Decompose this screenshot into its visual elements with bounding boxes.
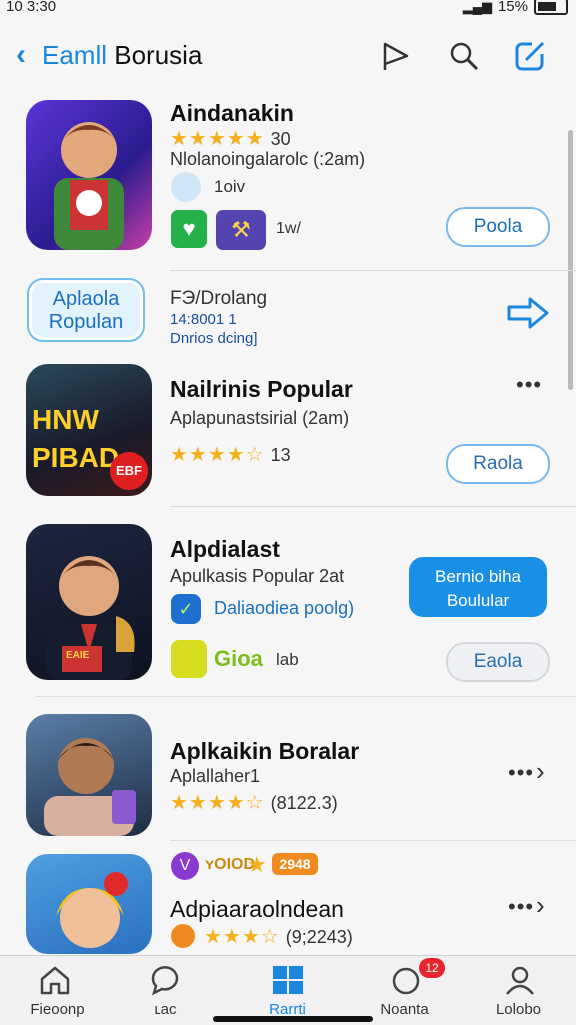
- title-text: Borusia: [114, 40, 203, 70]
- tab-label: Lolobo: [495, 1001, 542, 1018]
- tab-label: ʟac: [154, 1001, 177, 1018]
- promo-count-badge: 2948: [272, 853, 318, 875]
- app-icon: [26, 714, 152, 836]
- app-title[interactable]: Aplkaikin Boralar: [170, 738, 359, 765]
- app-subtitle: Aplallaher1: [170, 766, 261, 786]
- list-item[interactable]: Aplkaikin Boralar Aplallaher1 ★★★★☆ (8122…: [0, 712, 576, 838]
- page-title: Eamll Borusia: [42, 40, 202, 71]
- character-avatar-icon: [54, 122, 124, 250]
- girl-avatar-icon: [56, 872, 128, 948]
- app-icon: [26, 854, 152, 954]
- tools-icon: ⚒: [216, 210, 266, 250]
- developer-link[interactable]: Daliaodiea poolg): [214, 598, 354, 619]
- back-chevron-icon[interactable]: ‹: [16, 38, 26, 72]
- app-subtitle: Nlolanoingalarolc (:2am): [170, 149, 366, 169]
- battery-icon: [534, 0, 568, 15]
- profile-icon: [506, 966, 534, 995]
- back-label[interactable]: Eamll: [42, 40, 107, 70]
- app-icon: HNW PIBAD EBF: [26, 364, 152, 496]
- small-tag: 1w/: [276, 220, 301, 237]
- icon-text-1: HNW: [32, 404, 99, 435]
- more-icon[interactable]: •••: [508, 894, 534, 920]
- tab-bar: Fieoonp ʟac Rarrti 12 Noanta Lolobo: [0, 955, 576, 1025]
- list-item[interactable]: HNW PIBAD EBF Nailrinis Popular Aplapuna…: [0, 362, 576, 502]
- app-title[interactable]: Adpiaaraolndean: [170, 896, 344, 923]
- icon-text-2: PIBAD: [32, 442, 120, 473]
- promo-line3: Dnrios dcing]: [170, 330, 258, 347]
- star-icon: ★: [247, 852, 267, 877]
- arrow-right-icon[interactable]: [506, 296, 550, 330]
- grid-icon: [273, 966, 303, 994]
- app-title[interactable]: Alpdialast: [170, 536, 280, 563]
- primary-action-line2: Boulular: [446, 591, 510, 610]
- more-icon[interactable]: •••: [516, 372, 542, 398]
- compose-icon[interactable]: [512, 38, 548, 74]
- search-icon[interactable]: [446, 38, 482, 74]
- secondary-button[interactable]: Eaola: [446, 642, 550, 682]
- icon-text: EAIE: [66, 650, 90, 661]
- info-circle-icon: [171, 172, 201, 202]
- promo-badge[interactable]: Aplaola Ropulan: [27, 278, 145, 342]
- chat-heart-icon: ♥: [171, 210, 207, 248]
- get-button[interactable]: Raola: [446, 444, 550, 484]
- notification-badge: 12: [419, 958, 445, 978]
- divider: [36, 696, 576, 697]
- rating-count: (8122.3): [270, 793, 338, 813]
- tab-label: Fieoonp: [30, 1001, 85, 1018]
- star-rating: ★★★☆ (9;2243): [204, 926, 353, 948]
- promo-badge-line2: Ropulan: [48, 311, 124, 333]
- flag-icon[interactable]: [378, 38, 414, 74]
- divider: [170, 506, 576, 507]
- list-item[interactable]: Aindanakin ★★★★★ 30 Nlolanoingalarolc (:2…: [0, 98, 576, 268]
- app-title[interactable]: Aindanakin: [170, 100, 294, 127]
- icon-text-3: EBF: [110, 452, 148, 490]
- more-icon[interactable]: •••: [508, 760, 534, 786]
- check-badge-icon: ✓: [171, 594, 201, 624]
- home-icon: [40, 966, 70, 995]
- home-indicator[interactable]: [213, 1016, 373, 1022]
- star-rating: ★★★★★ 30: [170, 128, 291, 150]
- star-rating: ★★★★☆ (8122.3): [170, 792, 338, 814]
- get-button[interactable]: Poola: [446, 207, 550, 247]
- chevron-right-icon[interactable]: ›: [536, 756, 545, 787]
- app-tag: 1oiv: [214, 177, 246, 196]
- man-avatar-icon: [44, 738, 136, 836]
- small-tag: lab: [276, 650, 299, 669]
- status-bar: 10 3:30 ▂▄▆ 15%: [0, 0, 576, 24]
- app-icon: [26, 100, 152, 250]
- star-rating: ★★★★☆ 13: [170, 444, 291, 466]
- chat-heart-icon: [151, 966, 179, 996]
- list-item[interactable]: V ʏOIOD ★ 2948 Adpiaaraolndean ★★★☆ (9;22…: [0, 850, 576, 954]
- divider: [170, 840, 576, 841]
- rating-count: (9;2243): [285, 927, 353, 947]
- rating-count: 30: [270, 129, 291, 149]
- list-item[interactable]: EAIE Alpdialast Apulkasis Popular 2at ✓ …: [0, 522, 576, 688]
- signal-icon: ▂▄▆: [462, 0, 492, 14]
- primary-action-line1: Bernio biha: [434, 567, 521, 586]
- app-subtitle: Aplapunastsirial (2am): [170, 408, 350, 428]
- promo-line1: FЭ/Drolang: [170, 288, 268, 309]
- list-item[interactable]: Aplaola Ropulan FЭ/Drolang 14:8001 1 Dnr…: [0, 276, 576, 352]
- coin-icon: [171, 924, 195, 948]
- promo-badge-line1: Aplaola: [52, 288, 120, 310]
- app-title[interactable]: Nailrinis Popular: [170, 376, 353, 403]
- divider: [170, 270, 576, 271]
- promo-line2: 14:8001 1: [170, 311, 237, 328]
- chevron-right-icon[interactable]: ›: [536, 890, 545, 921]
- nav-bar: ‹ Eamll Borusia: [0, 28, 576, 88]
- rating-count: 13: [270, 445, 291, 465]
- primary-action-button[interactable]: Bernio biha Boulular: [409, 557, 547, 617]
- chat-bubble-icon: [171, 640, 207, 678]
- app-tag: Gioa: [214, 646, 263, 671]
- status-time: 10 3:30: [6, 0, 57, 15]
- app-subtitle: Apulkasis Popular 2at: [170, 566, 345, 586]
- notification-icon: [392, 967, 420, 995]
- battery-percent: 15%: [497, 0, 528, 15]
- promo-v-icon: V: [171, 852, 199, 880]
- app-icon: EAIE: [26, 524, 152, 680]
